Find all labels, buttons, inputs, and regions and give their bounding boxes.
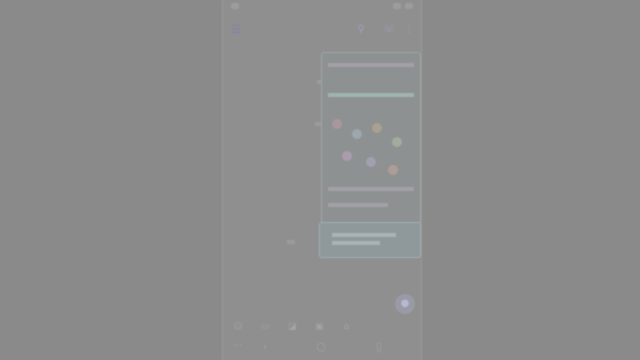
image-detail <box>372 123 382 133</box>
image-message[interactable] <box>321 52 421 224</box>
message-bubble[interactable] <box>319 222 421 258</box>
mic-icon[interactable]: ● <box>395 294 415 314</box>
image-band <box>328 187 414 191</box>
app-bar: ☰ ⚲ ☏ ⋮ <box>223 18 421 44</box>
image-band <box>328 203 388 207</box>
search-icon[interactable]: ⚲ <box>355 24 367 36</box>
message-text-line <box>332 241 380 245</box>
status-icon <box>231 3 239 9</box>
status-bar <box>223 0 421 14</box>
emoji-icon[interactable]: ☺ <box>231 322 245 332</box>
sticker-icon[interactable]: ◪ <box>285 322 299 332</box>
signal-icon <box>405 3 413 9</box>
image-band <box>328 93 414 97</box>
system-nav-bar: ‹ ○ ▯ <box>223 336 421 360</box>
image-detail <box>332 119 342 129</box>
attach-icon[interactable]: ⌂ <box>339 322 353 332</box>
image-detail <box>388 165 398 175</box>
recents-icon[interactable]: ▯ <box>371 340 387 354</box>
phone-screen: ☰ ⚲ ☏ ⋮ ● ☺ ▭ ◪ ▣ ⌂ ⋯ ‹ ○ ▯ <box>222 0 422 360</box>
call-icon[interactable]: ☏ <box>383 24 396 36</box>
chat-title <box>251 25 321 35</box>
image-detail <box>352 129 362 139</box>
image-band <box>328 63 414 67</box>
gif-icon[interactable]: ▭ <box>258 322 272 332</box>
image-detail <box>392 137 402 147</box>
home-icon[interactable]: ○ <box>313 340 329 354</box>
image-detail <box>366 157 376 167</box>
more-icon[interactable]: ⋮ <box>403 24 415 36</box>
back-icon[interactable]: ‹ <box>257 340 273 354</box>
message-text-line <box>332 233 396 237</box>
composer-toolbar: ☺ ▭ ◪ ▣ ⌂ ⋯ <box>231 314 381 351</box>
battery-icon <box>393 3 401 9</box>
forward-icon[interactable] <box>287 240 295 244</box>
composer: ● ☺ ▭ ◪ ▣ ⌂ ⋯ <box>223 284 421 351</box>
menu-icon[interactable]: ☰ <box>231 24 243 36</box>
image-detail <box>342 151 352 161</box>
chat-area[interactable] <box>223 44 421 284</box>
image-icon[interactable]: ▣ <box>312 322 326 332</box>
